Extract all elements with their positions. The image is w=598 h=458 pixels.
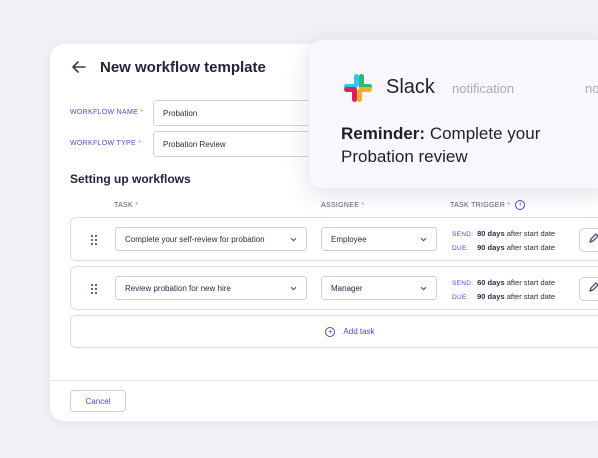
workflow-task-row: Complete your self-review for probation …: [70, 217, 598, 261]
column-header-task-trigger: TASK TRIGGER * i: [450, 200, 526, 210]
task-select[interactable]: Complete your self-review for probation: [115, 227, 307, 251]
slack-notification[interactable]: Slack notification no Reminder: Complete…: [308, 39, 598, 189]
page-title: New workflow template: [100, 58, 266, 76]
pencil-icon: [588, 231, 598, 249]
task-trigger: SEND: 60 days after start date DUE: 90 d…: [452, 278, 556, 301]
workflow-task-row: Review probation for new hire Manager SE…: [70, 266, 598, 310]
task-select[interactable]: Review probation for new hire: [115, 276, 307, 300]
notification-overflow: no: [585, 81, 598, 96]
chevron-down-icon: [290, 285, 297, 292]
column-header-assignee: ASSIGNEE *: [321, 202, 365, 209]
chevron-down-icon: [420, 285, 427, 292]
slack-logo-icon: [343, 73, 373, 103]
section-title: Setting up workflows: [70, 172, 191, 186]
cancel-button[interactable]: Cancel: [70, 390, 126, 412]
edit-button[interactable]: [579, 228, 598, 252]
drag-handle-icon[interactable]: [90, 282, 98, 295]
header: New workflow template: [70, 58, 266, 76]
drag-handle-icon[interactable]: [90, 233, 98, 246]
footer-divider: [50, 380, 598, 381]
pencil-icon: [588, 280, 598, 298]
assignee-select[interactable]: Manager: [321, 276, 437, 300]
add-task-label: Add task: [343, 327, 375, 336]
arrow-left-icon[interactable]: [70, 58, 88, 76]
assignee-select[interactable]: Employee: [321, 227, 437, 251]
workflow-type-input[interactable]: Probation Review: [153, 131, 333, 157]
edit-button[interactable]: [579, 277, 598, 301]
chevron-down-icon: [290, 236, 297, 243]
notification-message: Reminder: Complete your Probation review: [341, 124, 541, 166]
workflow-type-label: WORKFLOW TYPE *: [70, 140, 142, 147]
task-trigger: SEND: 80 days after start date DUE: 90 d…: [452, 229, 556, 252]
task-select-value: Review probation for new hire: [125, 283, 231, 293]
add-task-button[interactable]: + Add task: [70, 315, 598, 348]
column-header-task: TASK *: [114, 202, 139, 209]
assignee-select-value: Employee: [331, 234, 367, 244]
workflow-name-input[interactable]: Probation: [153, 100, 333, 126]
assignee-select-value: Manager: [331, 283, 363, 293]
workflow-name-label: WORKFLOW NAME *: [70, 109, 144, 116]
chevron-down-icon: [420, 236, 427, 243]
notification-app-name: Slack: [386, 76, 435, 98]
plus-circle-icon: +: [325, 326, 336, 337]
notification-type: notification: [452, 81, 515, 96]
task-select-value: Complete your self-review for probation: [125, 234, 265, 244]
info-icon[interactable]: i: [515, 200, 526, 210]
